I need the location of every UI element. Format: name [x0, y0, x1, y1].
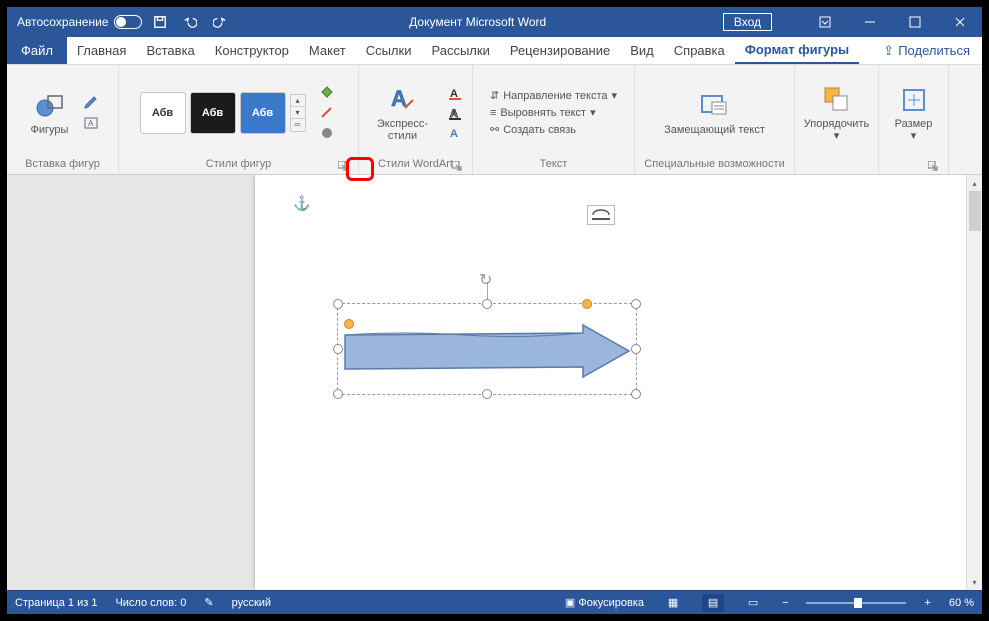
save-icon[interactable] — [148, 10, 172, 34]
size-launcher[interactable] — [926, 159, 940, 173]
text-effects-icon[interactable]: A — [444, 124, 466, 142]
text-outline-icon[interactable]: A — [444, 104, 466, 122]
create-link-button[interactable]: ⚯Создать связь — [488, 122, 578, 137]
shapes-button[interactable]: Фигуры — [24, 88, 76, 138]
wordart-launcher[interactable] — [450, 159, 464, 173]
style-thumb-1[interactable]: Абв — [140, 92, 186, 134]
selection-box[interactable]: ↻ — [337, 303, 637, 395]
shape-style-gallery[interactable]: Абв Абв Абв ▴ ▾ ═ — [140, 92, 306, 134]
tab-mailings[interactable]: Рассылки — [421, 37, 499, 64]
handle-tr[interactable] — [631, 299, 641, 309]
handle-bm[interactable] — [482, 389, 492, 399]
align-text-button[interactable]: ≡Выровнять текст▾ — [488, 105, 598, 120]
arrange-icon — [821, 84, 853, 116]
view-read-icon[interactable]: ▦ — [662, 594, 684, 612]
alt-text-icon — [698, 90, 730, 122]
shapes-icon — [34, 90, 66, 122]
tab-home[interactable]: Главная — [67, 37, 136, 64]
handle-mr[interactable] — [631, 344, 641, 354]
ribbon-options-icon[interactable] — [802, 7, 847, 37]
tab-references[interactable]: Ссылки — [356, 37, 422, 64]
group-text-label: Текст — [479, 156, 628, 174]
wordart-quick-styles[interactable]: A Экспресс-стили — [365, 82, 440, 144]
group-wordart-label: Стили WordArt — [365, 156, 466, 174]
autosave-label: Автосохранение — [17, 15, 108, 29]
zoom-in-icon[interactable]: + — [924, 597, 930, 609]
zoom-out-icon[interactable]: − — [782, 597, 788, 609]
zoom-slider[interactable] — [806, 602, 906, 604]
alt-text-button[interactable]: Замещающий текст — [658, 88, 771, 138]
vertical-scrollbar[interactable]: ▴ ▾ — [966, 175, 982, 590]
shape-effects-icon[interactable] — [316, 124, 338, 142]
edit-shape-icon[interactable] — [80, 94, 102, 112]
tab-shape-format[interactable]: Формат фигуры — [735, 37, 859, 64]
zoom-level[interactable]: 60 % — [949, 597, 974, 609]
shape-styles-launcher[interactable] — [336, 159, 350, 173]
group-accessibility-label: Специальные возможности — [641, 156, 788, 174]
adjust-handle-2[interactable] — [344, 319, 354, 329]
style-thumb-3[interactable]: Абв — [240, 92, 286, 134]
group-arrange-label — [801, 156, 872, 174]
arrange-button[interactable]: Упорядочить▾ — [798, 82, 875, 144]
group-size-label — [885, 156, 942, 174]
wordart-icon: A — [387, 84, 419, 116]
share-button[interactable]: ⇪Поделиться — [871, 37, 982, 64]
document-title: Документ Microsoft Word — [232, 15, 722, 29]
signin-button[interactable]: Вход — [723, 13, 772, 31]
group-insert-shapes-label: Вставка фигур — [13, 156, 112, 174]
svg-text:A: A — [450, 128, 458, 140]
handle-tm[interactable] — [482, 299, 492, 309]
handle-br[interactable] — [631, 389, 641, 399]
handle-bl[interactable] — [333, 389, 343, 399]
layout-options-button[interactable] — [587, 205, 615, 225]
gallery-more-icon[interactable]: ═ — [291, 119, 305, 131]
group-shape-styles-label: Стили фигур — [125, 156, 352, 174]
size-icon — [898, 84, 930, 116]
tab-view[interactable]: Вид — [620, 37, 664, 64]
link-icon: ⚯ — [490, 123, 499, 136]
shape-outline-icon[interactable] — [316, 104, 338, 122]
text-direction-button[interactable]: ⇵Направление текста▾ — [488, 88, 619, 103]
gallery-up-icon[interactable]: ▴ — [291, 95, 305, 107]
close-icon[interactable] — [937, 7, 982, 37]
svg-text:A: A — [88, 119, 94, 128]
status-language[interactable]: русский — [232, 597, 271, 609]
maximize-icon[interactable] — [892, 7, 937, 37]
handle-ml[interactable] — [333, 344, 343, 354]
view-print-icon[interactable]: ▤ — [702, 594, 724, 612]
tab-design[interactable]: Конструктор — [205, 37, 299, 64]
scroll-thumb[interactable] — [969, 191, 981, 231]
shape-fill-icon[interactable] — [316, 84, 338, 102]
tab-layout[interactable]: Макет — [299, 37, 356, 64]
style-thumb-2[interactable]: Абв — [190, 92, 236, 134]
status-page[interactable]: Страница 1 из 1 — [15, 597, 97, 609]
autosave-toggle[interactable] — [114, 15, 142, 29]
adjust-handle-1[interactable] — [582, 299, 592, 309]
share-icon: ⇪ — [883, 43, 894, 59]
tab-file[interactable]: Файл — [7, 37, 67, 64]
redo-icon[interactable] — [208, 10, 232, 34]
tab-help[interactable]: Справка — [664, 37, 735, 64]
tab-review[interactable]: Рецензирование — [500, 37, 620, 64]
rotate-handle[interactable]: ↻ — [479, 270, 492, 290]
handle-tl[interactable] — [333, 299, 343, 309]
scroll-down-icon[interactable]: ▾ — [967, 574, 982, 590]
text-fill-icon[interactable]: A — [444, 84, 466, 102]
undo-icon[interactable] — [178, 10, 202, 34]
spellcheck-icon[interactable]: ✎ — [204, 596, 213, 609]
anchor-icon: ⚓ — [293, 195, 310, 212]
align-text-icon: ≡ — [490, 107, 496, 119]
text-direction-icon: ⇵ — [490, 89, 499, 102]
text-box-icon[interactable]: A — [80, 114, 102, 132]
status-word-count[interactable]: Число слов: 0 — [115, 597, 186, 609]
minimize-icon[interactable] — [847, 7, 892, 37]
tab-insert[interactable]: Вставка — [136, 37, 204, 64]
focus-mode-button[interactable]: ▣ Фокусировка — [565, 596, 644, 609]
scroll-up-icon[interactable]: ▴ — [967, 175, 982, 191]
size-button[interactable]: Размер▾ — [888, 82, 940, 144]
gallery-down-icon[interactable]: ▾ — [291, 107, 305, 119]
view-web-icon[interactable]: ▭ — [742, 594, 764, 612]
